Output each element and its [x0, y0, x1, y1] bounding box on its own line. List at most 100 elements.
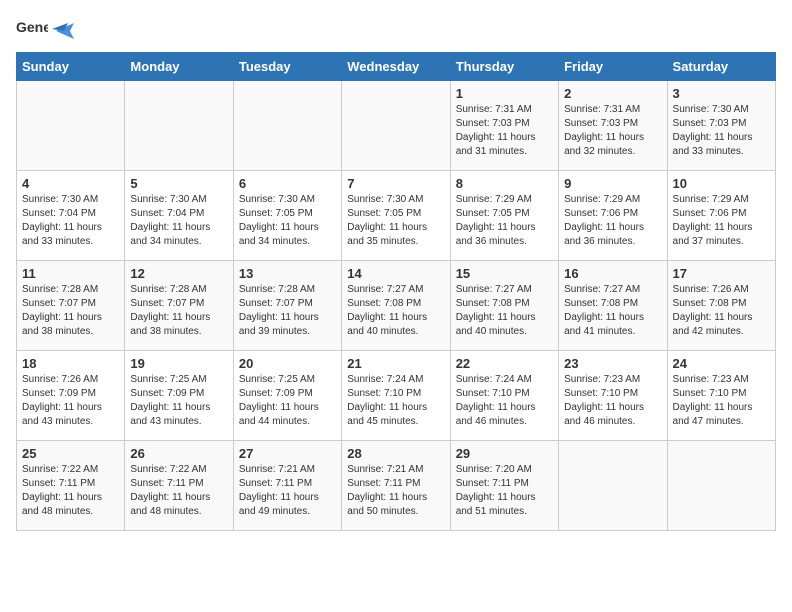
calendar-cell — [17, 81, 125, 171]
calendar-table: SundayMondayTuesdayWednesdayThursdayFrid… — [16, 52, 776, 531]
logo: General — [16, 16, 74, 42]
cell-info: Sunrise: 7:29 AMSunset: 7:06 PMDaylight:… — [673, 193, 770, 249]
calendar-cell: 1 Sunrise: 7:31 AMSunset: 7:03 PMDaylight… — [450, 81, 558, 171]
day-number: 21 — [347, 356, 444, 371]
day-number: 27 — [239, 446, 336, 461]
day-header-tuesday: Tuesday — [233, 53, 341, 81]
cell-info: Sunrise: 7:23 AMSunset: 7:10 PMDaylight:… — [673, 373, 770, 429]
calendar-cell: 28Sunrise: 7:21 AMSunset: 7:11 PMDayligh… — [342, 441, 450, 531]
calendar-cell: 17 Sunrise: 7:26 AMSunset: 7:08 PMDayligh… — [667, 261, 775, 351]
cell-info: Sunrise: 7:26 AMSunset: 7:09 PMDaylight:… — [22, 373, 119, 429]
day-number: 5 — [130, 176, 227, 191]
cell-info: Sunrise: 7:30 AMSunset: 7:05 PMDaylight:… — [239, 193, 336, 249]
calendar-cell: 15 Sunrise: 7:27 AMSunset: 7:08 PMDayligh… — [450, 261, 558, 351]
cell-info: Sunrise: 7:30 AMSunset: 7:05 PMDaylight:… — [347, 193, 444, 249]
day-header-friday: Friday — [559, 53, 667, 81]
cell-info: Sunrise: 7:24 AMSunset: 7:10 PMDaylight:… — [347, 373, 444, 429]
day-number: 20 — [239, 356, 336, 371]
day-header-wednesday: Wednesday — [342, 53, 450, 81]
day-header-thursday: Thursday — [450, 53, 558, 81]
cell-info: Sunrise: 7:29 AMSunset: 7:05 PMDaylight:… — [456, 193, 553, 249]
calendar-cell: 9 Sunrise: 7:29 AMSunset: 7:06 PMDaylight… — [559, 171, 667, 261]
cell-info: Sunrise: 7:27 AMSunset: 7:08 PMDaylight:… — [347, 283, 444, 339]
week-row-3: 11 Sunrise: 7:28 AMSunset: 7:07 PMDayligh… — [17, 261, 776, 351]
day-number: 19 — [130, 356, 227, 371]
day-number: 24 — [673, 356, 770, 371]
cell-info: Sunrise: 7:22 AMSunset: 7:11 PMDaylight:… — [22, 463, 119, 519]
calendar-cell: 16 Sunrise: 7:27 AMSunset: 7:08 PMDayligh… — [559, 261, 667, 351]
calendar-cell: 8 Sunrise: 7:29 AMSunset: 7:05 PMDaylight… — [450, 171, 558, 261]
cell-info: Sunrise: 7:30 AMSunset: 7:04 PMDaylight:… — [22, 193, 119, 249]
calendar-cell: 26 Sunrise: 7:22 AMSunset: 7:11 PMDayligh… — [125, 441, 233, 531]
cell-info: Sunrise: 7:23 AMSunset: 7:10 PMDaylight:… — [564, 373, 661, 429]
cell-info: Sunrise: 7:26 AMSunset: 7:08 PMDaylight:… — [673, 283, 770, 339]
calendar-cell: 21 Sunrise: 7:24 AMSunset: 7:10 PMDayligh… — [342, 351, 450, 441]
day-number: 1 — [456, 86, 553, 101]
day-number: 3 — [673, 86, 770, 101]
calendar-cell — [125, 81, 233, 171]
cell-info: Sunrise: 7:31 AMSunset: 7:03 PMDaylight:… — [564, 103, 661, 159]
week-row-5: 25 Sunrise: 7:22 AMSunset: 7:11 PMDayligh… — [17, 441, 776, 531]
calendar-cell: 12 Sunrise: 7:28 AMSunset: 7:07 PMDayligh… — [125, 261, 233, 351]
cell-info: Sunrise: 7:22 AMSunset: 7:11 PMDaylight:… — [130, 463, 227, 519]
cell-info: Sunrise: 7:30 AMSunset: 7:04 PMDaylight:… — [130, 193, 227, 249]
day-number: 17 — [673, 266, 770, 281]
calendar-cell — [667, 441, 775, 531]
calendar-cell: 29Sunrise: 7:20 AMSunset: 7:11 PMDayligh… — [450, 441, 558, 531]
day-number: 18 — [22, 356, 119, 371]
calendar-cell: 2 Sunrise: 7:31 AMSunset: 7:03 PMDaylight… — [559, 81, 667, 171]
calendar-cell — [233, 81, 341, 171]
calendar-cell: 27 Sunrise: 7:21 AMSunset: 7:11 PMDayligh… — [233, 441, 341, 531]
day-number: 13 — [239, 266, 336, 281]
cell-info: Sunrise: 7:29 AMSunset: 7:06 PMDaylight:… — [564, 193, 661, 249]
day-number: 16 — [564, 266, 661, 281]
calendar-cell: 14 Sunrise: 7:27 AMSunset: 7:08 PMDayligh… — [342, 261, 450, 351]
calendar-cell: 18 Sunrise: 7:26 AMSunset: 7:09 PMDayligh… — [17, 351, 125, 441]
calendar-cell: 3Sunrise: 7:30 AMSunset: 7:03 PMDaylight… — [667, 81, 775, 171]
calendar-cell: 6 Sunrise: 7:30 AMSunset: 7:05 PMDaylight… — [233, 171, 341, 261]
calendar-cell — [342, 81, 450, 171]
svg-text:General: General — [16, 19, 48, 35]
day-number: 9 — [564, 176, 661, 191]
day-number: 12 — [130, 266, 227, 281]
day-number: 15 — [456, 266, 553, 281]
calendar-cell: 10 Sunrise: 7:29 AMSunset: 7:06 PMDayligh… — [667, 171, 775, 261]
calendar-cell: 4 Sunrise: 7:30 AMSunset: 7:04 PMDaylight… — [17, 171, 125, 261]
day-number: 7 — [347, 176, 444, 191]
cell-info: Sunrise: 7:25 AMSunset: 7:09 PMDaylight:… — [130, 373, 227, 429]
day-number: 10 — [673, 176, 770, 191]
logo-icon: General — [16, 16, 48, 42]
cell-info: Sunrise: 7:27 AMSunset: 7:08 PMDaylight:… — [564, 283, 661, 339]
day-number: 2 — [564, 86, 661, 101]
calendar-cell: 13 Sunrise: 7:28 AMSunset: 7:07 PMDayligh… — [233, 261, 341, 351]
header: General — [16, 16, 776, 42]
calendar-cell: 22 Sunrise: 7:24 AMSunset: 7:10 PMDayligh… — [450, 351, 558, 441]
calendar-cell: 23Sunrise: 7:23 AMSunset: 7:10 PMDayligh… — [559, 351, 667, 441]
calendar-cell: 11 Sunrise: 7:28 AMSunset: 7:07 PMDayligh… — [17, 261, 125, 351]
day-header-sunday: Sunday — [17, 53, 125, 81]
day-number: 26 — [130, 446, 227, 461]
day-number: 14 — [347, 266, 444, 281]
day-number: 6 — [239, 176, 336, 191]
cell-info: Sunrise: 7:31 AMSunset: 7:03 PMDaylight:… — [456, 103, 553, 159]
day-number: 25 — [22, 446, 119, 461]
cell-info: Sunrise: 7:21 AMSunset: 7:11 PMDaylight:… — [239, 463, 336, 519]
cell-info: Sunrise: 7:24 AMSunset: 7:10 PMDaylight:… — [456, 373, 553, 429]
cell-info: Sunrise: 7:28 AMSunset: 7:07 PMDaylight:… — [22, 283, 119, 339]
calendar-cell — [559, 441, 667, 531]
day-number: 28 — [347, 446, 444, 461]
day-number: 8 — [456, 176, 553, 191]
day-number: 4 — [22, 176, 119, 191]
day-number: 22 — [456, 356, 553, 371]
calendar-cell: 20 Sunrise: 7:25 AMSunset: 7:09 PMDayligh… — [233, 351, 341, 441]
calendar-cell: 5 Sunrise: 7:30 AMSunset: 7:04 PMDaylight… — [125, 171, 233, 261]
cell-info: Sunrise: 7:28 AMSunset: 7:07 PMDaylight:… — [130, 283, 227, 339]
cell-info: Sunrise: 7:28 AMSunset: 7:07 PMDaylight:… — [239, 283, 336, 339]
calendar-cell: 25 Sunrise: 7:22 AMSunset: 7:11 PMDayligh… — [17, 441, 125, 531]
logo-bird-icon — [52, 23, 74, 39]
week-row-4: 18 Sunrise: 7:26 AMSunset: 7:09 PMDayligh… — [17, 351, 776, 441]
calendar-cell: 24 Sunrise: 7:23 AMSunset: 7:10 PMDayligh… — [667, 351, 775, 441]
cell-info: Sunrise: 7:25 AMSunset: 7:09 PMDaylight:… — [239, 373, 336, 429]
cell-info: Sunrise: 7:27 AMSunset: 7:08 PMDaylight:… — [456, 283, 553, 339]
day-number: 11 — [22, 266, 119, 281]
